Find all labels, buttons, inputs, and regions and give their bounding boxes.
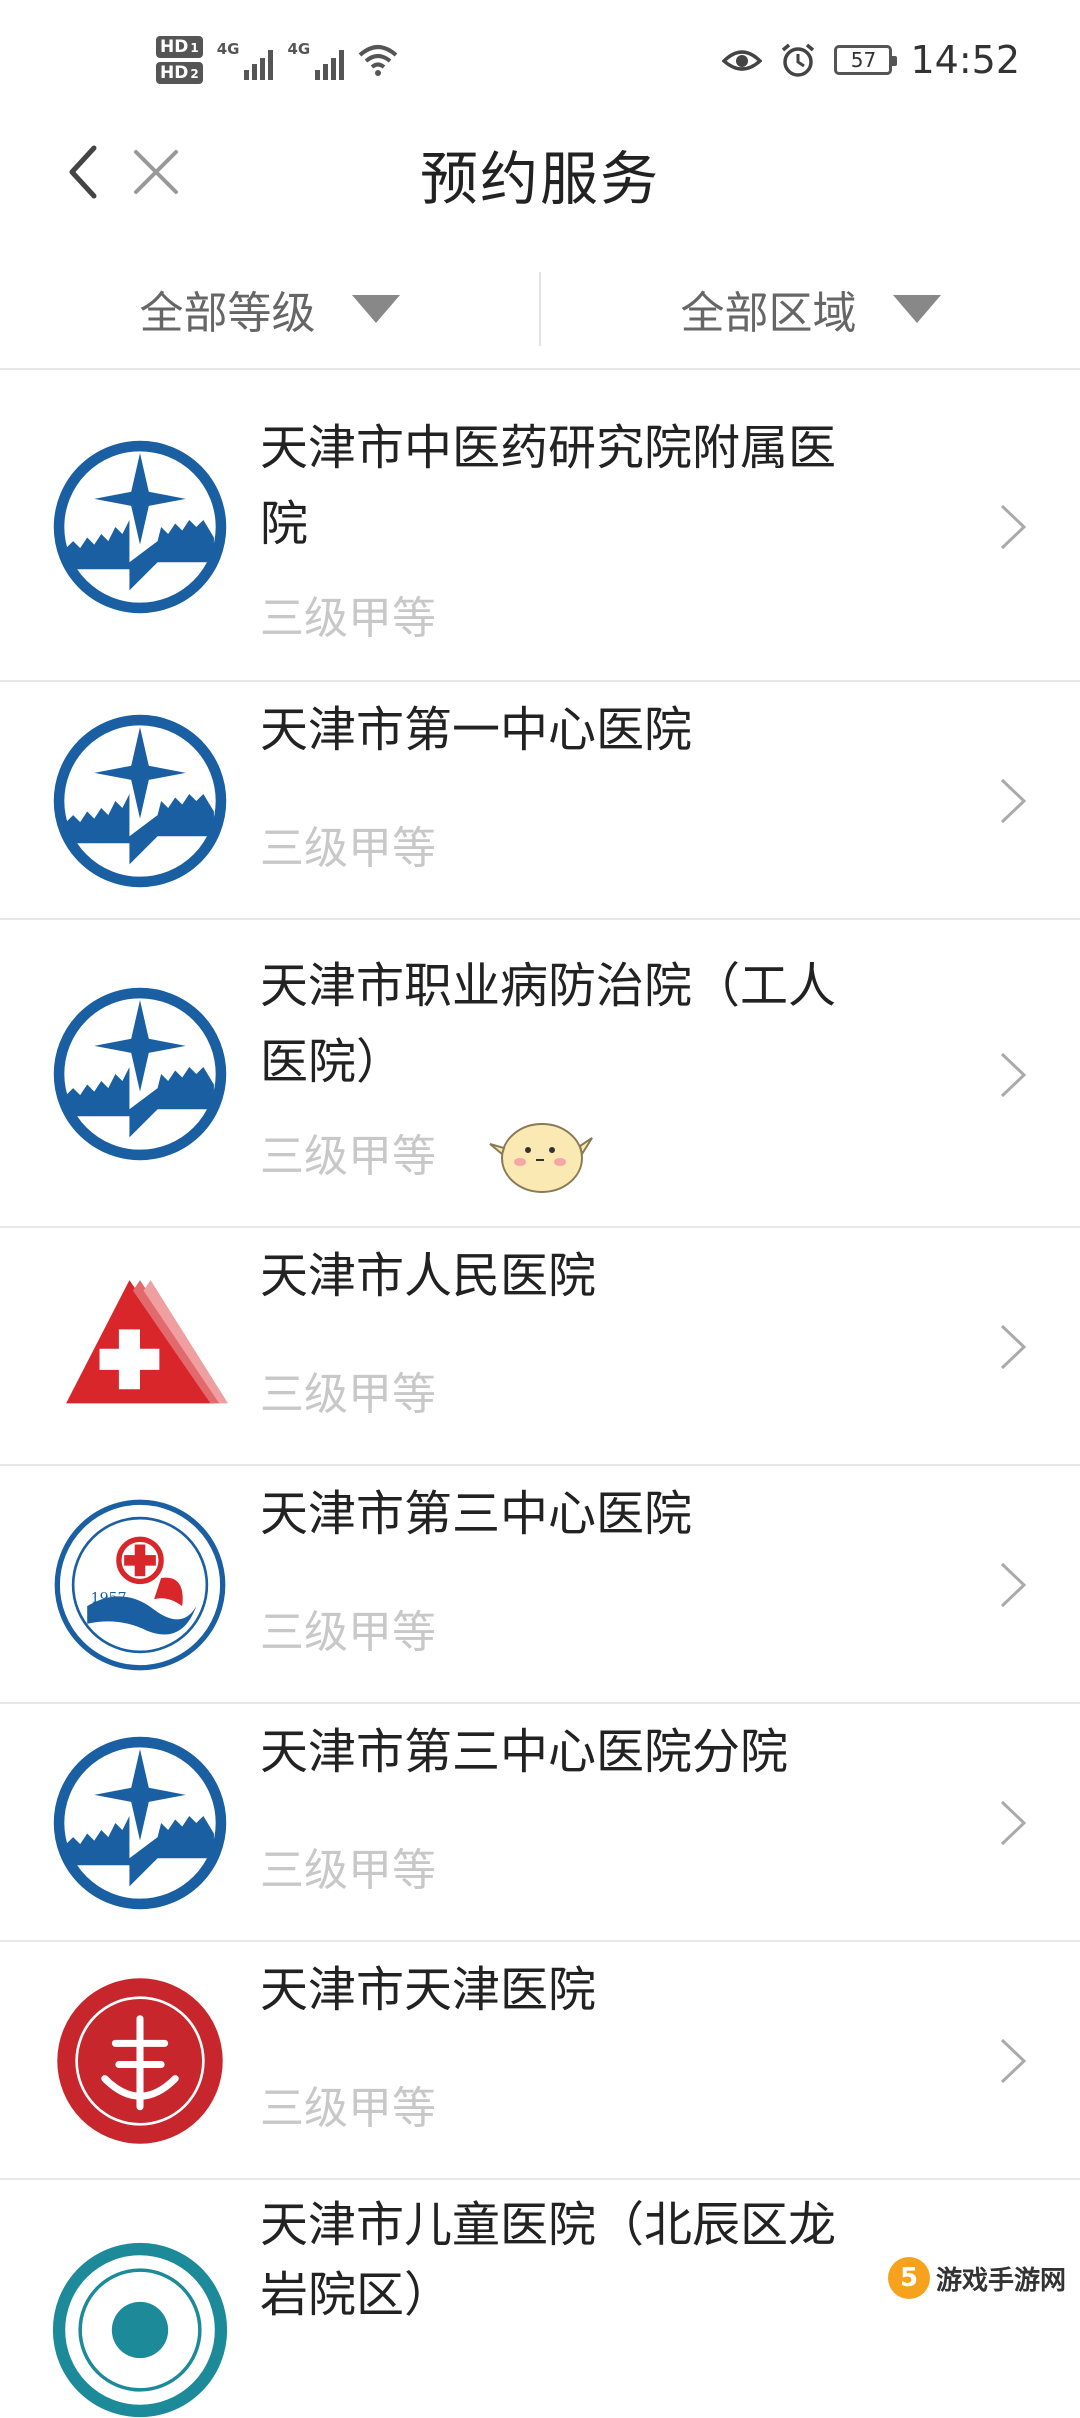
dropdown-triangle-icon	[893, 295, 941, 323]
hospital-item[interactable]: 天津市第三中心医院分院 三级甲等	[0, 1704, 1080, 1942]
network-type-1: 4G	[217, 40, 240, 58]
hd2-num: 2	[190, 67, 198, 81]
seal-year: 1957	[91, 1591, 127, 1607]
chevron-right-icon	[998, 1798, 1028, 1848]
hospital-level: 三级甲等	[260, 1596, 436, 1660]
dropdown-triangle-icon	[352, 295, 400, 323]
signal-icon: 4G	[287, 40, 344, 80]
filter-area-dropdown[interactable]: 全部区域	[541, 250, 1080, 368]
hospital-item[interactable]: 天津市中医药研究院附属医院 三级甲等	[0, 372, 1080, 682]
status-bar: HD1 HD2 4G 4G 57 14:52	[0, 0, 1080, 120]
chevron-right-icon	[998, 776, 1028, 826]
hospital-item[interactable]: 天津市第一中心医院 三级甲等	[0, 682, 1080, 920]
wifi-icon	[358, 43, 398, 77]
hospital-name: 天津市职业病防治院（工人医院）	[260, 948, 880, 1100]
signal-icon: 4G	[217, 40, 274, 80]
hospital-item[interactable]: 天津市人民医院 三级甲等	[0, 1228, 1080, 1466]
filter-level-label: 全部等级	[140, 277, 316, 341]
hospital-name: 天津市第三中心医院	[260, 1476, 880, 1552]
great-wall-star-logo-icon	[52, 713, 228, 889]
great-wall-star-logo-icon	[52, 1735, 228, 1911]
red-cross-triangle-logo-icon	[52, 1259, 228, 1435]
hd1-num: 1	[190, 41, 198, 55]
hospital-level: 三级甲等	[260, 812, 436, 876]
hospital-item[interactable]: 1957 天津市第三中心医院 三级甲等	[0, 1466, 1080, 1704]
great-wall-star-logo-icon	[52, 439, 228, 615]
battery-icon: 57	[834, 45, 892, 75]
hospital-name: 天津市第三中心医院分院	[260, 1714, 880, 1790]
hd1-label: HD	[160, 37, 188, 57]
watermark-badge: 5	[888, 2257, 930, 2299]
great-wall-star-logo-icon	[52, 986, 228, 1162]
chevron-right-icon	[998, 1322, 1028, 1372]
hospital-level: 三级甲等	[260, 1834, 436, 1898]
filter-area-label: 全部区域	[681, 277, 857, 341]
hospital-list: 天津市中医药研究院附属医院 三级甲等 天津市第一中心医院 三级甲等 天津市职业病…	[0, 372, 1080, 2400]
hd2-label: HD	[160, 63, 188, 83]
hospital-level: 三级甲等	[260, 2072, 436, 2136]
battery-level: 57	[851, 48, 876, 72]
clock: 14:52	[910, 38, 1020, 82]
eye-icon	[722, 45, 762, 75]
status-left: HD1 HD2 4G 4G	[156, 36, 398, 84]
chevron-right-icon	[998, 502, 1028, 552]
hospital-name: 天津市中医药研究院附属医院	[260, 410, 880, 562]
page-title: 预约服务	[0, 132, 1080, 216]
hd-icon: HD1 HD2	[156, 36, 203, 84]
hospital-item[interactable]: 天津市天津医院 三级甲等	[0, 1942, 1080, 2180]
hospital-name: 天津市儿童医院（北辰区龙岩院区）	[260, 2190, 880, 2330]
chevron-right-icon	[998, 1560, 1028, 1610]
third-central-hospital-seal-icon: 1957	[52, 1497, 228, 1673]
hospital-level: 三级甲等	[260, 582, 436, 646]
hospital-name: 天津市人民医院	[260, 1238, 880, 1314]
chevron-right-icon	[998, 2036, 1028, 2086]
childrens-hospital-seal-icon	[52, 2242, 228, 2418]
watermark: 5 游戏手游网	[880, 2246, 1080, 2310]
filter-level-dropdown[interactable]: 全部等级	[0, 250, 539, 368]
hospital-level: 三级甲等	[260, 1120, 436, 1184]
watermark-text: 游戏手游网	[936, 2260, 1066, 2297]
filter-bar: 全部等级 全部区域	[0, 250, 1080, 370]
nav-bar: 预约服务	[0, 120, 1080, 220]
status-right: 57 14:52	[722, 38, 1020, 82]
tianjin-hospital-red-seal-icon	[52, 1973, 228, 2149]
alarm-icon	[780, 42, 816, 78]
hospital-name: 天津市天津医院	[260, 1952, 880, 2028]
chevron-right-icon	[998, 1050, 1028, 1100]
mascot-sticker-icon	[488, 1108, 594, 1198]
hospital-level: 三级甲等	[260, 1358, 436, 1422]
network-type-2: 4G	[287, 40, 310, 58]
hospital-name: 天津市第一中心医院	[260, 692, 880, 768]
